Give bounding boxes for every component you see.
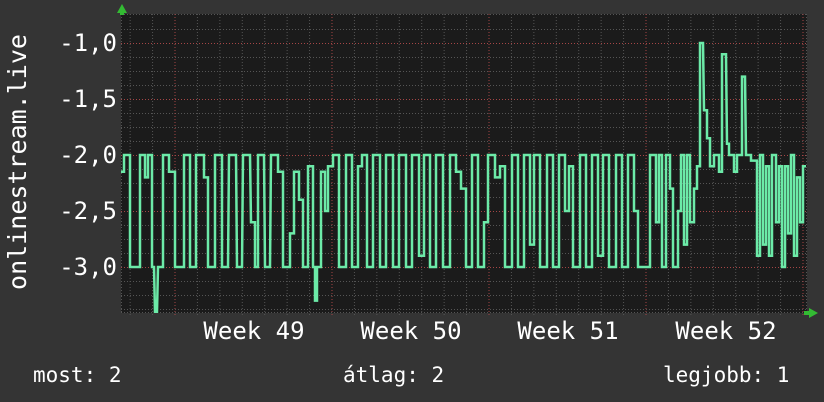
legend-item: átlag: 2	[343, 363, 445, 387]
y-axis-arrow-stem	[120, 11, 124, 15]
y-tick-label: -3,0	[59, 253, 117, 281]
x-tick-label: Week 51	[517, 317, 619, 345]
x-tick-label: Week 50	[360, 317, 462, 345]
y-tick-label: -2,0	[59, 141, 117, 169]
x-axis-arrow-icon	[809, 308, 818, 318]
legend-item: legjobb: 1	[663, 363, 790, 387]
rank-line	[121, 41, 806, 314]
x-tick-label: Week 49	[203, 317, 305, 345]
rank-line-chart	[121, 14, 807, 317]
y-tick-label: -1,0	[59, 29, 117, 57]
x-axis-arrow-stem	[804, 311, 810, 315]
legend-item: most: 2	[33, 363, 122, 387]
y-tick-label: -2,5	[59, 197, 117, 225]
x-tick-label: Week 52	[675, 317, 777, 345]
y-tick-label: -1,5	[59, 85, 117, 113]
plot-area	[121, 14, 807, 317]
rrd-rank-graph: onlinestream.live -1,0 -1,5 -2,0 -2,5 -3,0 W…	[0, 0, 824, 402]
